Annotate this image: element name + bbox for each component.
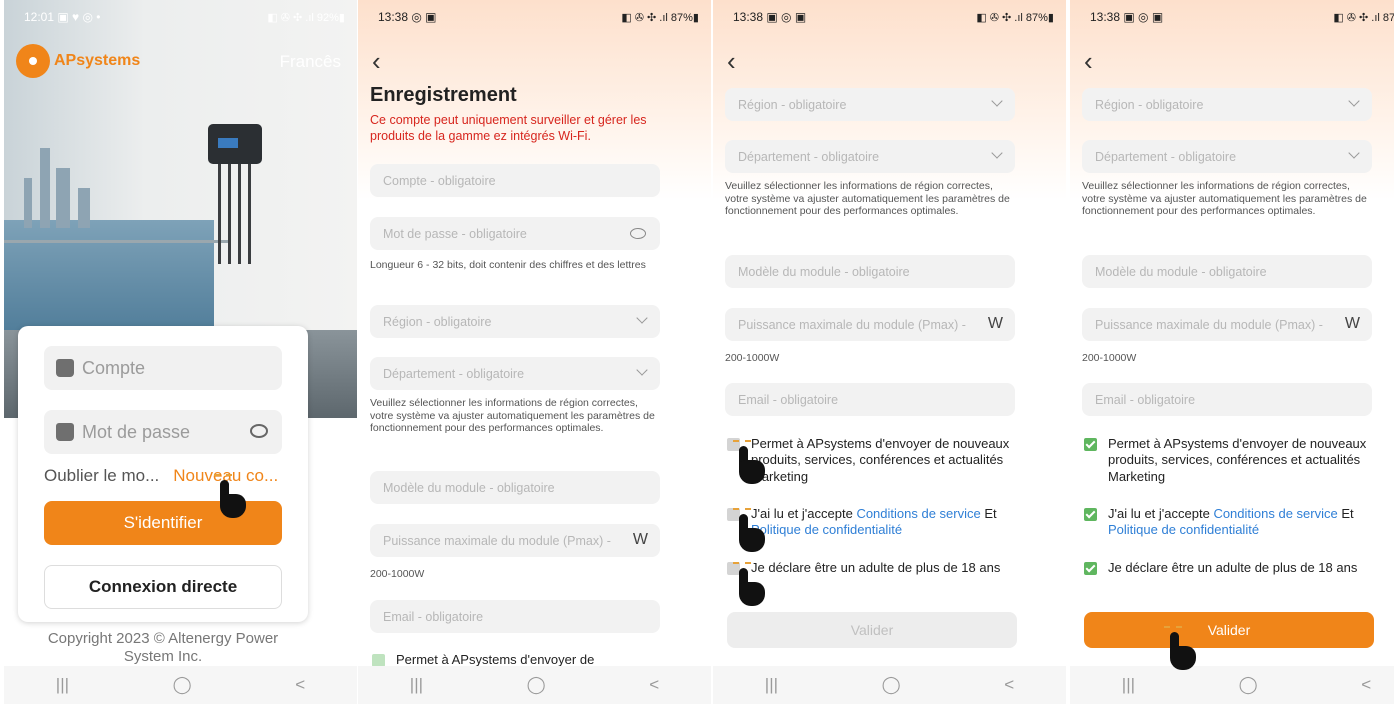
chevron-down-icon [636,312,648,324]
recents-button[interactable]: ||| [410,675,423,695]
adult-checkbox[interactable]: Je déclare être un adulte de plus de 18 … [725,560,1021,576]
region-hint: Veuillez sélectionner les informations d… [370,397,655,435]
login-card: Compte Mot de passe Oublier le mo... Nouv… [18,326,308,622]
marketing-checkbox[interactable]: Permet à APsystems d'envoyer de nouveaux… [1082,436,1378,485]
register-screen-top: 13:38 ◎ ▣ ◧ ✇ ✣ .ıl 87%▮ ‹ Enregistrement… [358,0,711,704]
back-button[interactable]: < [1004,675,1014,695]
password-input[interactable]: Mot de passe - obligatoire [370,217,660,250]
password-hint: Longueur 6 - 32 bits, doit contenir des … [370,259,646,271]
privacy-link[interactable]: Politique de confidentialité [751,522,902,537]
chevron-down-icon [636,364,648,376]
chevron-down-icon [991,147,1003,159]
pmax-input[interactable]: Puissance maximale du module (Pmax) -W [1082,308,1372,341]
pmax-hint: 200-1000W [1082,352,1137,364]
department-select[interactable]: Département - obligatoire [725,140,1015,173]
user-icon [56,359,74,377]
chevron-down-icon [1348,147,1360,159]
status-bar: 13:38 ◎ ▣ ◧ ✇ ✣ .ıl 87%▮ [378,10,699,24]
region-select[interactable]: Région - obligatoire [370,305,660,338]
region-hint: Veuillez sélectionner les informations d… [1082,180,1367,218]
language-selector[interactable]: Francês [280,52,341,72]
pmax-hint: 200-1000W [370,568,425,580]
marketing-checkbox[interactable]: Permet à APsystems d'envoyer de nouveaux… [725,436,1021,485]
validate-button[interactable]: Valider [727,612,1017,648]
region-hint: Veuillez sélectionner les informations d… [725,180,1010,218]
tap-hand-icon [214,474,248,520]
account-input[interactable]: Compte - obligatoire [370,164,660,197]
system-nav-bar: ||| ◯ < [358,666,711,704]
eye-off-icon[interactable] [630,228,646,239]
register-screen-unchecked: 13:38 ▣ ◎ ▣ ◧ ✇ ✣ .ıl 87%▮ ‹ Région - obl… [713,0,1066,704]
recents-button[interactable]: ||| [1122,675,1135,695]
privacy-link[interactable]: Politique de confidentialité [1108,522,1259,537]
login-screen: 12:01 ▣ ♥ ◎ • ◧ ✇ ✣ .ıl 92%▮ APsystems F… [4,0,357,704]
adult-checkbox[interactable]: Je déclare être un adulte de plus de 18 … [1082,560,1378,576]
back-arrow-icon[interactable]: ‹ [1084,46,1093,77]
back-arrow-icon[interactable]: ‹ [372,46,381,77]
system-nav-bar: ||| ◯ < [713,666,1066,704]
apsystems-logo: APsystems [16,44,140,78]
tap-hand-icon [733,508,767,554]
home-button[interactable]: ◯ [882,675,901,695]
account-input[interactable]: Compte [44,346,282,390]
eye-off-icon[interactable] [250,424,268,438]
module-model-input[interactable]: Modèle du module - obligatoire [1082,255,1372,288]
module-model-input[interactable]: Modèle du module - obligatoire [370,471,660,504]
tap-hand-icon [733,562,767,608]
back-button[interactable]: < [1361,675,1371,695]
terms-link[interactable]: Conditions de service [856,506,980,521]
home-button[interactable]: ◯ [527,675,546,695]
page-title: Enregistrement [370,84,517,106]
microinverter-image [208,124,262,164]
email-input[interactable]: Email - obligatoire [725,383,1015,416]
system-nav-bar: ||| ◯ < [4,666,357,704]
back-button[interactable]: < [295,675,305,695]
home-button[interactable]: ◯ [1239,675,1258,695]
region-select[interactable]: Région - obligatoire [725,88,1015,121]
terms-link[interactable]: Conditions de service [1213,506,1337,521]
module-model-input[interactable]: Modèle du module - obligatoire [725,255,1015,288]
back-button[interactable]: < [649,675,659,695]
system-nav-bar: ||| ◯ < [1070,666,1394,704]
checkbox-checked-icon[interactable] [1084,508,1097,521]
email-input[interactable]: Email - obligatoire [370,600,660,633]
recents-button[interactable]: ||| [765,675,778,695]
chevron-down-icon [991,95,1003,107]
lock-icon [56,423,74,441]
recents-button[interactable]: ||| [56,675,69,695]
terms-checkbox[interactable]: J'ai lu et j'accepte Conditions de servi… [1082,506,1378,539]
warning-text: Ce compte peut uniquement surveiller et … [370,113,647,143]
region-select[interactable]: Région - obligatoire [1082,88,1372,121]
copyright: Copyright 2023 © Altenergy Power System … [47,630,279,665]
pmax-input[interactable]: Puissance maximale du module (Pmax) -W [725,308,1015,341]
status-bar: 12:01 ▣ ♥ ◎ • ◧ ✇ ✣ .ıl 92%▮ [24,10,345,24]
password-input[interactable]: Mot de passe [44,410,282,454]
direct-connection-button[interactable]: Connexion directe [44,565,282,609]
tap-hand-icon [733,440,767,486]
checkbox-checked-icon[interactable] [1084,562,1097,575]
terms-checkbox[interactable]: J'ai lu et j'accepte Conditions de servi… [725,506,1021,539]
home-button[interactable]: ◯ [173,675,192,695]
validate-button[interactable]: Valider [1084,612,1374,648]
logo-icon [16,44,50,78]
pmax-input[interactable]: Puissance maximale du module (Pmax) -W [370,524,660,557]
status-bar: 13:38 ▣ ◎ ▣◧ ✇ ✣ .ıl 87%▮ [733,10,1054,24]
pmax-hint: 200-1000W [725,352,780,364]
back-arrow-icon[interactable]: ‹ [727,46,736,77]
department-select[interactable]: Département - obligatoire [1082,140,1372,173]
checkbox-checked-icon[interactable] [1084,438,1097,451]
department-select[interactable]: Département - obligatoire [370,357,660,390]
tap-hand-icon [1164,626,1198,672]
email-input[interactable]: Email - obligatoire [1082,383,1372,416]
register-screen-checked: 13:38 ▣ ◎ ▣◧ ✇ ✣ .ıl 87%▮ ‹ Région - obl… [1070,0,1394,704]
status-bar: 13:38 ▣ ◎ ▣◧ ✇ ✣ .ıl 87%▮ [1090,10,1394,24]
forgot-password-link[interactable]: Oublier le mo... [44,466,159,485]
chevron-down-icon [1348,95,1360,107]
